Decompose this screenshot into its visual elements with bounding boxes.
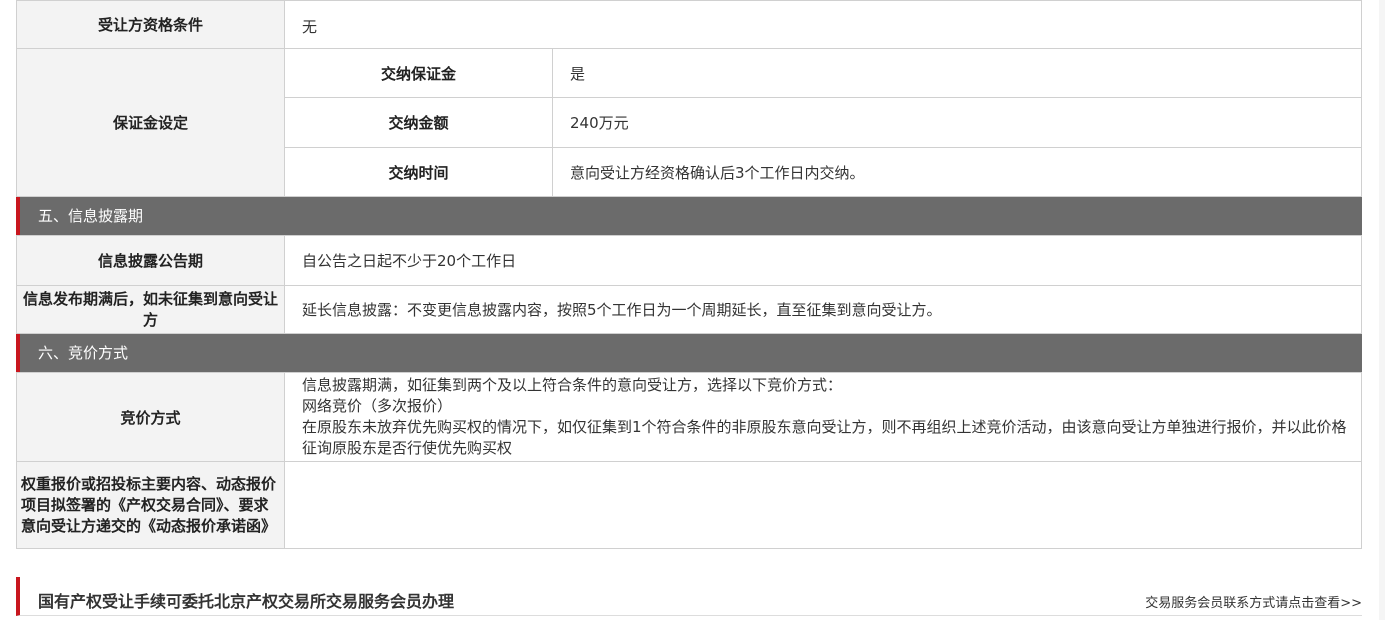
eligibility-row: 受让方资格条件 无 [16, 0, 1362, 49]
contract-value [284, 461, 1362, 549]
member-contact-link[interactable]: 交易服务会员联系方式请点击查看>> [1145, 592, 1362, 611]
disclosure-expiry-label: 信息发布期满后，如未征集到意向受让方 [16, 285, 285, 334]
contract-label: 权重报价或招投标主要内容、动态报价项目拟签署的《产权交易合同》、要求意向受让方递… [16, 461, 285, 549]
deposit-row: 保证金设定 交纳保证金 是 [16, 48, 1362, 197]
eligibility-label: 受让方资格条件 [16, 0, 285, 49]
page-scrollbar[interactable] [1379, 0, 1385, 620]
disclosure-period-label: 信息披露公告期 [16, 235, 285, 286]
bidding-method-line: 信息披露期满，如征集到两个及以上符合条件的意向受让方，选择以下竞价方式： [302, 376, 843, 394]
bidding-table: 竞价方式 信息披露期满，如征集到两个及以上符合条件的意向受让方，选择以下竞价方式… [16, 372, 1362, 549]
disclosure-period-value: 自公告之日起不少于20个工作日 [284, 235, 1362, 286]
member-service-title: 国有产权受让手续可委托北京产权交易所交易服务会员办理 [38, 592, 455, 611]
disclosure-expiry-row: 信息发布期满后，如未征集到意向受让方 延长信息披露：不变更信息披露内容，按照5个… [16, 285, 1362, 334]
deposit-time-value: 意向受让方经资格确认后3个工作日内交纳。 [552, 147, 1362, 197]
deposit-required-value: 是 [552, 48, 1362, 98]
eligibility-table: 受让方资格条件 无 保证金设定 交纳保证金 是 交纳金额 240万元 交纳时间 … [16, 0, 1362, 197]
section-header-disclosure: 五、信息披露期 [16, 197, 1362, 235]
eligibility-value: 无 [284, 0, 1362, 49]
bidding-method-line: 网络竞价（多次报价） [302, 397, 453, 415]
deposit-required-label: 交纳保证金 [284, 48, 553, 98]
deposit-amount-label: 交纳金额 [284, 97, 553, 148]
bidding-method-line: 在原股东未放弃优先购买权的情况下，如仅征集到1个符合条件的非原股东意向受让方，则… [302, 418, 1347, 457]
member-service-bar: 国有产权受让手续可委托北京产权交易所交易服务会员办理 交易服务会员联系方式请点击… [16, 577, 1362, 616]
disclosure-table: 信息披露公告期 自公告之日起不少于20个工作日 信息发布期满后，如未征集到意向受… [16, 235, 1362, 334]
listing-detail-panel: 受让方资格条件 无 保证金设定 交纳保证金 是 交纳金额 240万元 交纳时间 … [16, 0, 1362, 549]
deposit-label: 保证金设定 [16, 48, 285, 197]
bidding-method-label: 竞价方式 [16, 372, 285, 462]
bidding-method-value: 信息披露期满，如征集到两个及以上符合条件的意向受让方，选择以下竞价方式： 网络竞… [284, 372, 1362, 462]
bidding-method-row: 竞价方式 信息披露期满，如征集到两个及以上符合条件的意向受让方，选择以下竞价方式… [16, 372, 1362, 462]
contract-row: 权重报价或招投标主要内容、动态报价项目拟签署的《产权交易合同》、要求意向受让方递… [16, 461, 1362, 549]
deposit-time-label: 交纳时间 [284, 147, 553, 197]
disclosure-period-row: 信息披露公告期 自公告之日起不少于20个工作日 [16, 235, 1362, 286]
deposit-amount-value: 240万元 [552, 97, 1362, 148]
section-header-bidding: 六、竞价方式 [16, 334, 1362, 372]
disclosure-expiry-value: 延长信息披露：不变更信息披露内容，按照5个工作日为一个周期延长，直至征集到意向受… [284, 285, 1362, 334]
